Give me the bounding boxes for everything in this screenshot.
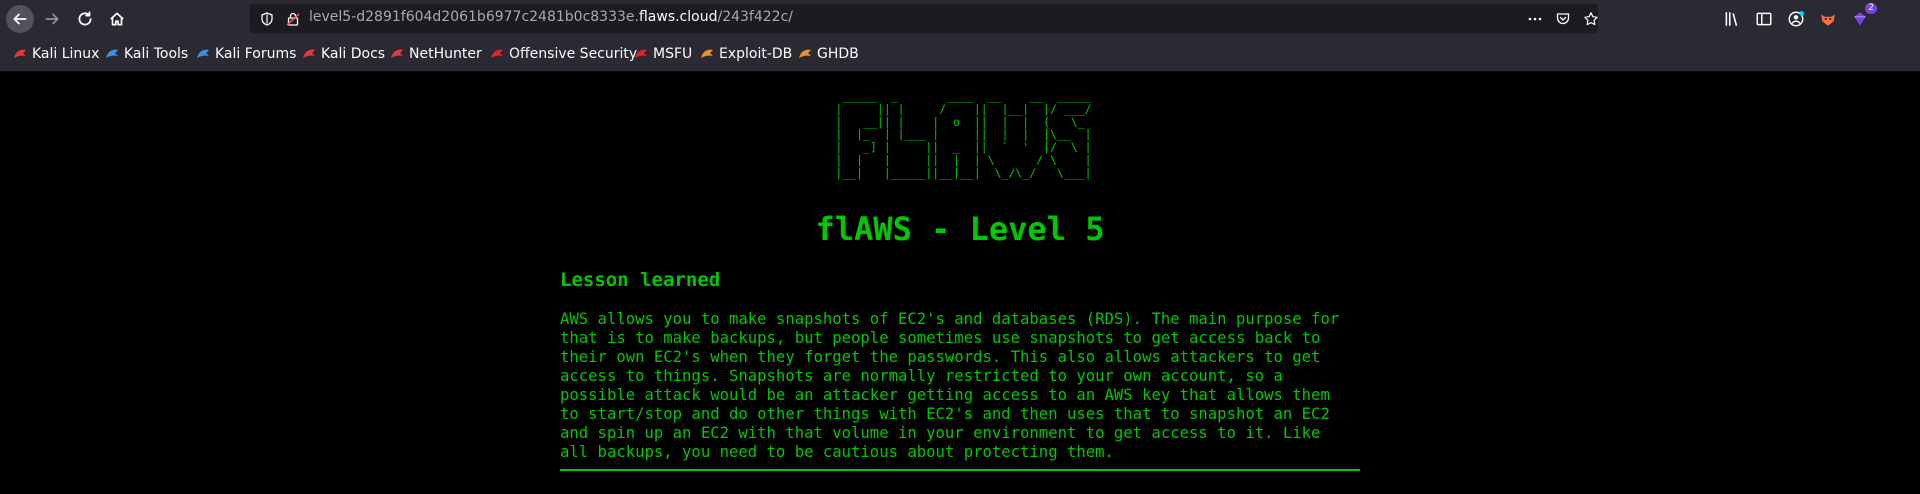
lesson-heading: Lesson learned bbox=[560, 269, 721, 291]
nethunter-icon bbox=[390, 47, 404, 61]
bookmark-label: Kali Forums bbox=[215, 46, 297, 62]
bookmark-star-icon[interactable] bbox=[1580, 8, 1602, 30]
bookmark-item[interactable]: MSFU bbox=[634, 45, 692, 63]
bookmark-item[interactable]: Kali Linux bbox=[13, 45, 99, 63]
reload-icon bbox=[78, 11, 92, 26]
page-actions-icon[interactable] bbox=[1524, 8, 1546, 30]
page-content: _____ _ ____ __ __ _____ | || | / || |__… bbox=[0, 72, 1920, 494]
ghdb-icon bbox=[798, 47, 812, 61]
extension-badge-button[interactable]: 2 bbox=[1846, 3, 1877, 33]
bookmark-label: Kali Docs bbox=[321, 46, 386, 62]
bookmark-item[interactable]: Kali Docs bbox=[302, 45, 385, 63]
back-arrow-icon bbox=[13, 13, 27, 25]
shield-icon[interactable] bbox=[256, 8, 278, 30]
url-text[interactable]: level5-d2891f604d2061b6977c2481b0c8333e.… bbox=[309, 9, 793, 25]
kali-dragon-icon bbox=[13, 47, 27, 61]
exploit-db-icon bbox=[700, 47, 714, 61]
bookmark-item[interactable]: Kali Tools bbox=[105, 45, 188, 63]
fox-extension-icon bbox=[1821, 14, 1835, 26]
lesson-text: AWS allows you to make snapshots of EC2'… bbox=[560, 310, 1340, 461]
bookmark-item[interactable]: Kali Forums bbox=[196, 45, 296, 63]
home-icon bbox=[110, 12, 124, 26]
bookmark-label: GHDB bbox=[817, 46, 859, 62]
bookmark-label: Offensive Security bbox=[509, 46, 638, 62]
bookmark-item[interactable]: GHDB bbox=[798, 45, 859, 63]
flaws-ascii-logo: _____ _ ____ __ __ _____ | || | / || |__… bbox=[835, 89, 1092, 180]
url-path: /243f422c/ bbox=[717, 9, 793, 25]
page-title: flAWS - Level 5 bbox=[815, 210, 1105, 248]
url-prefix: level5-d2891f604d2061b6977c2481b0c8333e. bbox=[309, 9, 639, 25]
bookmarks-toolbar: Kali Linux Kali Tools Kali Forums Kali Docs… bbox=[0, 37, 1920, 72]
pocket-icon[interactable] bbox=[1552, 8, 1574, 30]
bookmark-label: Exploit-DB bbox=[719, 46, 793, 62]
bookmark-item[interactable]: NetHunter bbox=[390, 45, 482, 63]
kali-docs-icon bbox=[302, 47, 316, 61]
kali-forums-icon bbox=[196, 47, 210, 61]
url-bar[interactable]: level5-d2891f604d2061b6977c2481b0c8333e.… bbox=[250, 4, 1598, 33]
library-icon bbox=[1725, 12, 1738, 26]
bookmark-label: Kali Linux bbox=[32, 46, 100, 62]
sidebar-icon bbox=[1756, 12, 1772, 26]
bookmark-label: MSFU bbox=[653, 46, 693, 62]
forward-arrow-icon bbox=[45, 13, 59, 25]
bookmark-label: NetHunter bbox=[409, 46, 482, 62]
horizontal-rule bbox=[560, 469, 1360, 471]
url-domain: flaws.cloud bbox=[638, 9, 718, 25]
offsec-icon bbox=[490, 47, 504, 61]
forward-button[interactable] bbox=[38, 5, 66, 33]
bookmark-label: Kali Tools bbox=[124, 46, 189, 62]
sidebar-button[interactable] bbox=[1750, 5, 1778, 33]
back-button[interactable] bbox=[6, 5, 34, 33]
library-button[interactable] bbox=[1718, 5, 1746, 33]
extension-fox-button[interactable] bbox=[1814, 5, 1842, 33]
bookmark-item[interactable]: Offensive Security bbox=[490, 45, 637, 63]
browser-toolbar: level5-d2891f604d2061b6977c2481b0c8333e.… bbox=[0, 0, 1920, 37]
insecure-lock-icon[interactable] bbox=[282, 8, 304, 30]
kali-tools-icon bbox=[105, 47, 119, 61]
msfu-icon bbox=[634, 47, 648, 61]
home-button[interactable] bbox=[103, 5, 131, 33]
reload-button[interactable] bbox=[71, 5, 99, 33]
bookmark-item[interactable]: Exploit-DB bbox=[700, 45, 792, 63]
account-icon bbox=[1788, 11, 1804, 27]
notification-badge: 2 bbox=[1865, 3, 1877, 14]
account-button[interactable] bbox=[1782, 5, 1810, 33]
